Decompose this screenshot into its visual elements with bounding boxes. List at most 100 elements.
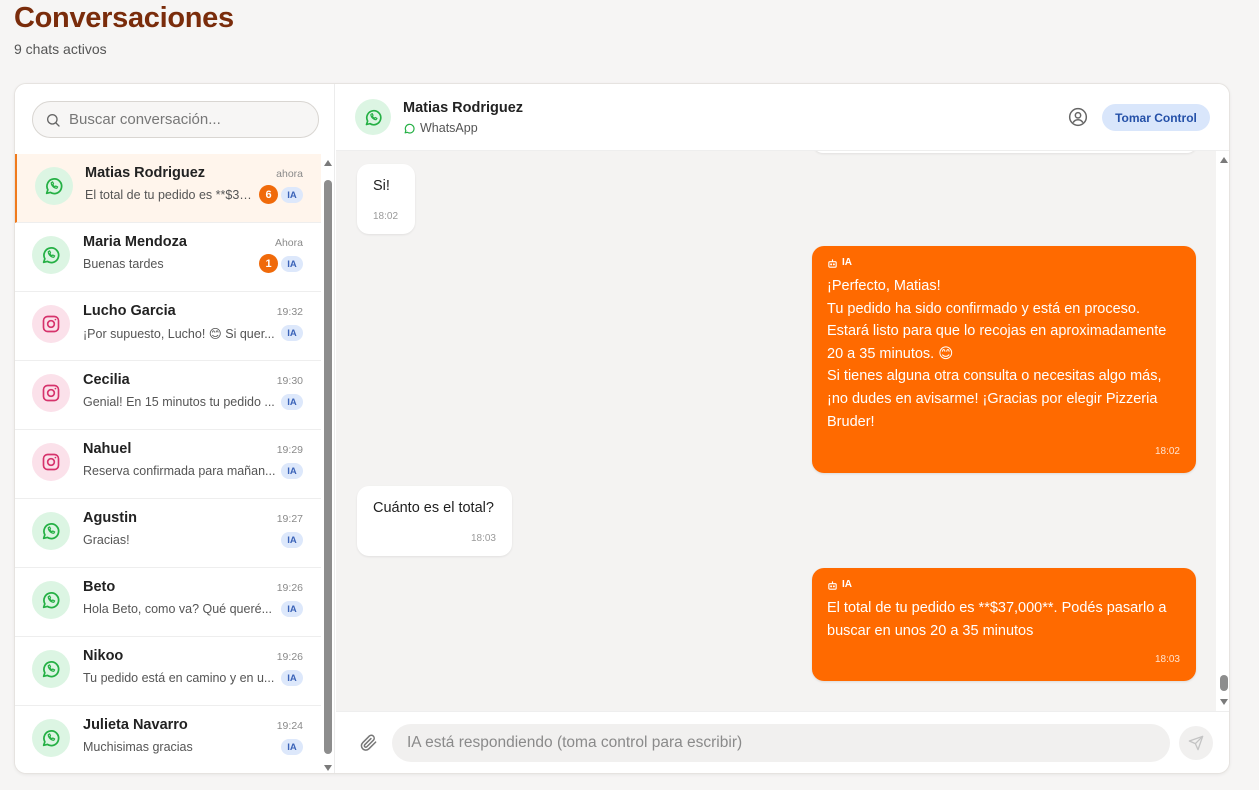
take-control-button[interactable]: Tomar Control: [1102, 104, 1210, 131]
conversation-item[interactable]: Beto 19:26 Hola Beto, como va? Qué queré…: [15, 568, 321, 637]
unread-count-badge: 1: [259, 254, 278, 273]
last-message-time: 19:29: [276, 444, 303, 456]
whatsapp-icon: [32, 719, 70, 757]
conversation-item[interactable]: Julieta Navarro 19:24 Muchisimas gracias…: [15, 706, 321, 773]
contact-name: Julieta Navarro: [83, 717, 188, 733]
ia-badge: IA: [281, 601, 303, 617]
whatsapp-icon: [355, 99, 391, 135]
contact-name: Matias Rodriguez: [85, 165, 206, 181]
message-bubble-incoming: Si! 18:02: [357, 164, 415, 234]
whatsapp-icon: [35, 167, 73, 205]
instagram-icon: [32, 374, 70, 412]
contact-name: Beto: [83, 579, 116, 595]
user-profile-icon[interactable]: [1068, 107, 1088, 132]
scrollbar-thumb[interactable]: [324, 180, 332, 754]
search-input[interactable]: [69, 102, 309, 137]
chat-channel-label: WhatsApp: [420, 121, 478, 135]
message-composer: [336, 711, 1229, 773]
send-icon: [1188, 735, 1204, 751]
contact-name: Agustin: [83, 510, 137, 526]
conversation-item[interactable]: Lucho Garcia 19:32 ¡Por supuesto, Lucho!…: [15, 292, 321, 361]
ia-badge: IA: [281, 739, 303, 755]
last-message-time: 19:26: [276, 582, 303, 594]
instagram-icon: [32, 443, 70, 481]
conversation-list: Matias Rodriguez ahora El total de tu pe…: [15, 154, 321, 773]
message-time: 18:02: [1154, 446, 1180, 457]
last-message-preview: Gracias!: [83, 533, 130, 547]
ia-badge: IA: [281, 670, 303, 686]
message-bubble-outgoing: IA El total de tu pedido es **$37,000**.…: [812, 568, 1196, 681]
scroll-down-arrow-icon[interactable]: [324, 765, 332, 771]
last-message-preview: El total de tu pedido es **$37,000**. Po…: [85, 188, 253, 202]
ia-tag-label: IA: [842, 257, 852, 268]
instagram-icon: [32, 305, 70, 343]
message-text: Si!: [373, 178, 390, 194]
contact-name: Lucho Garcia: [83, 303, 176, 319]
whatsapp-icon: [32, 512, 70, 550]
scroll-down-arrow-icon[interactable]: [1220, 699, 1228, 705]
message-bubble-outgoing: IA ¡Perfecto, Matias! Tu pedido ha sido …: [812, 246, 1196, 473]
send-button[interactable]: [1179, 726, 1213, 760]
message-time: 18:02: [373, 211, 399, 222]
message-text: ¡Perfecto, Matias! Tu pedido ha sido con…: [827, 278, 1167, 430]
message-thread: Si! 18:02 IA ¡Perfecto, Matias! Tu pedid…: [336, 151, 1216, 711]
last-message-time: ahora: [276, 168, 303, 180]
message-time: 18:03: [1154, 654, 1180, 665]
robot-icon: [828, 580, 837, 590]
message-thread-scrollbar[interactable]: [1216, 151, 1229, 711]
search-box[interactable]: [32, 101, 319, 138]
last-message-time: Ahora: [274, 237, 303, 249]
chat-header: Matias Rodriguez WhatsApp Tomar Control: [336, 84, 1229, 151]
conversation-item[interactable]: Nahuel 19:29 Reserva confirmada para mañ…: [15, 430, 321, 499]
message-time: 18:03: [470, 533, 496, 544]
contact-name: Nahuel: [83, 441, 132, 457]
previous-message-bubble: [813, 151, 1197, 153]
conversation-item[interactable]: Maria Mendoza Ahora Buenas tardes 1 IA: [15, 223, 321, 292]
message-text: Cuánto es el total?: [373, 500, 494, 516]
last-message-time: 19:26: [276, 651, 303, 663]
chat-contact-name: Matias Rodriguez: [403, 100, 524, 116]
whatsapp-icon: [32, 650, 70, 688]
conversation-sidebar: Matias Rodriguez ahora El total de tu pe…: [15, 84, 335, 773]
last-message-preview: Reserva confirmada para mañan...: [83, 464, 276, 478]
last-message-time: 19:24: [276, 720, 303, 732]
contact-name: Cecilia: [83, 372, 130, 388]
conversation-list-scrollbar[interactable]: [321, 154, 335, 773]
last-message-preview: Tu pedido está en camino y en u...: [83, 671, 275, 685]
search-icon: [47, 114, 60, 127]
chat-pane: Matias Rodriguez WhatsApp Tomar Control …: [336, 84, 1229, 773]
ia-badge: IA: [281, 394, 303, 410]
last-message-preview: Genial! En 15 minutos tu pedido ...: [83, 395, 275, 409]
last-message-preview: ¡Por supuesto, Lucho! 😊 Si quer...: [83, 327, 275, 341]
chat-channel: WhatsApp: [403, 121, 478, 135]
scroll-up-arrow-icon[interactable]: [324, 160, 332, 166]
last-message-time: 19:32: [276, 306, 303, 318]
ia-badge: IA: [281, 256, 303, 272]
conversation-item[interactable]: Agustin 19:27 Gracias! IA: [15, 499, 321, 568]
whatsapp-small-icon: [404, 123, 415, 134]
whatsapp-icon: [32, 581, 70, 619]
page-subtitle: 9 chats activos: [14, 41, 107, 57]
conversation-item[interactable]: Cecilia 19:30 Genial! En 15 minutos tu p…: [15, 361, 321, 430]
ia-tag: IA: [827, 256, 1181, 270]
message-bubble-incoming: Cuánto es el total? 18:03: [357, 486, 512, 556]
last-message-time: 19:30: [276, 375, 303, 387]
ia-badge: IA: [281, 532, 303, 548]
ia-badge: IA: [281, 463, 303, 479]
whatsapp-icon: [32, 236, 70, 274]
conversation-item[interactable]: Matias Rodriguez ahora El total de tu pe…: [15, 154, 321, 223]
conversation-item[interactable]: Nikoo 19:26 Tu pedido está en camino y e…: [15, 637, 321, 706]
last-message-preview: Hola Beto, como va? Qué queré...: [83, 602, 272, 616]
ia-tag: IA: [827, 578, 1181, 592]
last-message-preview: Muchisimas gracias: [83, 740, 193, 754]
last-message-preview: Buenas tardes: [83, 257, 164, 271]
message-input[interactable]: [392, 724, 1170, 762]
paperclip-icon[interactable]: [359, 733, 378, 757]
contact-name: Maria Mendoza: [83, 234, 187, 250]
robot-icon: [828, 258, 837, 268]
ia-badge: IA: [281, 187, 303, 203]
scrollbar-thumb[interactable]: [1220, 675, 1228, 691]
last-message-time: 19:27: [276, 513, 303, 525]
scroll-up-arrow-icon[interactable]: [1220, 157, 1228, 163]
ia-tag-label: IA: [842, 579, 852, 590]
